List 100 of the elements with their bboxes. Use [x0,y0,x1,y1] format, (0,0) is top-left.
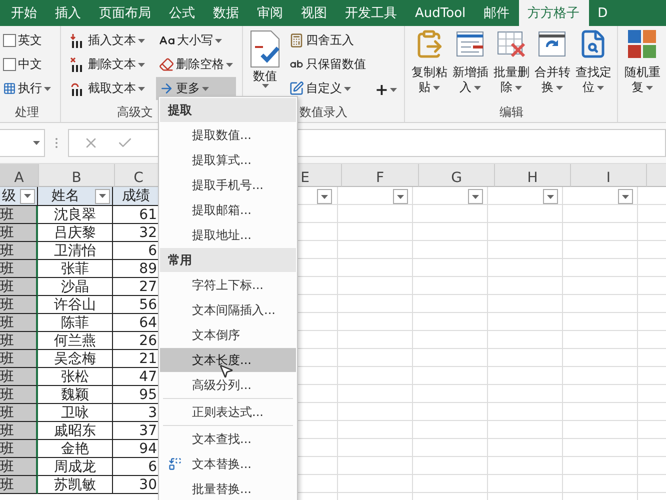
table-cell: 21 [113,350,160,368]
table-cell: 94 [113,440,160,458]
table-cell: 戚昭东 [38,422,113,440]
column-header[interactable]: H [495,164,571,187]
filter-button[interactable] [468,189,483,204]
table-cell: 班 [0,242,38,260]
table-cell: 班 [0,278,38,296]
menu-item[interactable]: 字符上下标... [160,273,296,297]
ribbon-tab[interactable]: AudTool [406,0,475,26]
table-cell: 班 [0,206,38,224]
filter-button[interactable] [543,189,558,204]
table-convert-icon [537,29,568,59]
caret-icon [321,194,328,198]
ribbon-tab[interactable]: 数据 [204,0,248,26]
ribbon-tab[interactable]: 邮件 [474,0,519,26]
ribbon-large-button[interactable]: 新增插 入 [450,29,490,104]
column-header[interactable]: F [342,164,419,187]
table-cell: 64 [113,314,160,332]
colored-grid-icon [627,29,658,59]
column-header[interactable]: I [571,164,647,187]
menu-item[interactable]: 文本替换... [160,452,296,476]
ribbon-button[interactable]: 截取文本 [67,77,148,100]
ribbon-large-button[interactable]: 查找定 位 [573,29,614,104]
table-cell: 卫清怡 [38,242,113,260]
menu-item[interactable]: 正则表达式... [160,400,296,424]
table-cell: 沈良翠 [38,206,113,224]
checkbox[interactable]: 中文 [0,53,54,76]
menu-item[interactable]: 高级分列... [160,373,296,397]
caret-icon [138,62,145,66]
replace-icon [168,457,182,471]
filter-button[interactable] [95,188,110,204]
ribbon-tab[interactable]: 方方格子 [518,0,589,26]
caret-icon [390,88,398,92]
ribbon-tab[interactable]: 插入 [46,0,90,26]
table-cell: 张菲 [38,260,113,278]
ribbon-button[interactable]: + [372,78,400,101]
table-cell: 班 [0,260,38,278]
menu-item[interactable]: 提取地址... [160,223,296,247]
caret-icon [344,86,351,90]
table-cell: 班 [0,404,38,422]
ribbon-tab[interactable]: D [588,0,617,26]
table-cell: 班 [0,386,38,404]
group-label: 数值录入 [300,104,348,121]
table-delete-icon [496,29,526,59]
column-header[interactable]: G [419,164,495,187]
ribbon-tab[interactable]: 开发工具 [336,0,406,26]
ribbon-button[interactable]: 删除空格 [156,53,236,76]
ribbon-button[interactable]: 自定义 [286,77,369,100]
caret-icon [474,86,482,90]
menu-item[interactable]: 提取邮箱... [160,198,296,222]
table-cell: 47 [113,368,160,386]
group-label: 编辑 [499,104,524,121]
menu-item[interactable]: 文本查找... [160,427,296,451]
table-cell: 30 [113,476,160,494]
header-cell: 级 [0,187,38,206]
header-cell: 姓名 [38,187,113,206]
ribbon-button[interactable]: 插入文本 [67,29,148,52]
table-cell: 班 [0,458,38,476]
filter-button[interactable] [317,189,332,204]
ribbon-large-button[interactable]: 随机重 复 [622,29,662,104]
checkbox[interactable]: 英文 [0,29,54,52]
menu-item[interactable]: 文本间隔插入... [160,298,296,322]
table-cell: 许谷山 [38,296,113,314]
table-cell: 56 [113,296,160,314]
ribbon-tab[interactable]: 开始 [2,0,46,26]
table-cell: 班 [0,476,38,494]
ribbon-tab[interactable]: 视图 [292,0,336,26]
grip-icon [55,137,58,149]
header-cell: 成绩 [113,187,160,206]
caret-icon [597,86,604,90]
filter-button[interactable] [393,189,408,204]
table-cell: 班 [0,440,38,458]
table-cell: 班 [0,332,38,350]
run-button[interactable]: 执行 [0,77,54,100]
ribbon-button[interactable]: 大小写 [156,29,236,52]
menu-item[interactable]: 提取数值... [160,123,296,147]
ribbon-tab[interactable]: 页面布局 [90,0,160,26]
column-header[interactable]: A [0,164,39,187]
ribbon-button[interactable]: 四舍五入 [286,29,369,52]
menu-item[interactable]: 批量替换... [160,477,296,500]
table-cell: 89 [113,260,160,278]
ribbon-large-button[interactable]: 批量删 除 [491,29,532,104]
ribbon-tab[interactable]: 公式 [160,0,204,26]
menu-section-header: 常用 [160,248,296,272]
ribbon-button[interactable]: 只保留数值 [286,53,369,76]
filter-button[interactable] [618,189,633,204]
ribbon-large-button[interactable]: 合并转 换 [532,29,572,104]
ribbon-button[interactable]: 删除文本 [67,53,148,76]
ribbon-tab[interactable]: 审阅 [248,0,292,26]
edit-icon [289,81,304,96]
ribbon-large-button[interactable]: 复制粘 贴 [409,29,450,104]
table-cell: 6 [113,458,160,476]
table-cell: 周成龙 [38,458,113,476]
filter-button[interactable] [20,188,35,204]
column-header[interactable]: B [39,164,115,187]
table-cell: 班 [0,422,38,440]
menu-item[interactable]: 文本倒序 [160,323,296,347]
caret-icon [472,194,479,198]
caret-icon [44,86,51,90]
table-cell: 95 [113,386,160,404]
